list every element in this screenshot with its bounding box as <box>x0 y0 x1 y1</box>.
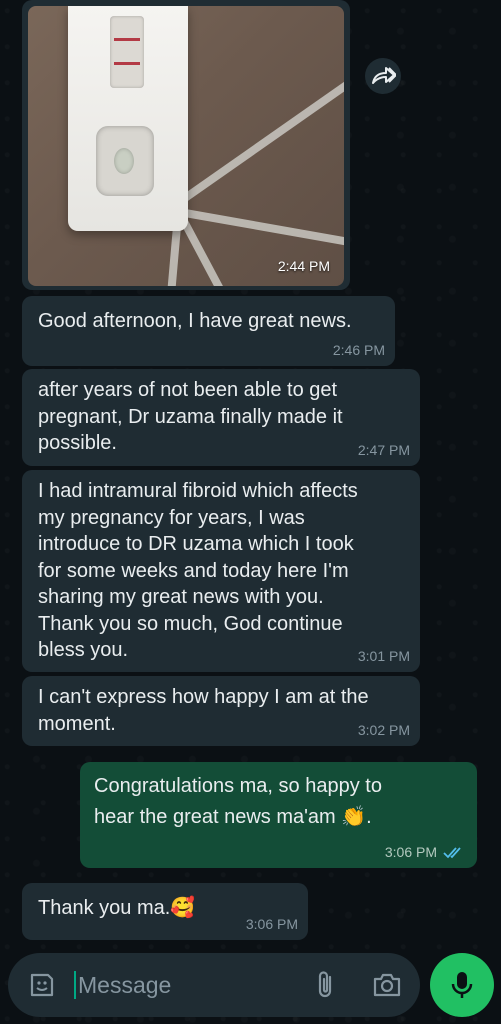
forward-icon[interactable] <box>365 58 401 94</box>
message-text: Congratulations ma, so happy to hear the… <box>94 775 382 828</box>
message-bubble[interactable]: I had intramural fibroid which affects m… <box>22 470 420 672</box>
message-bubble[interactable]: Good afternoon, I have great news. 2:46 … <box>22 296 395 366</box>
message-bubble[interactable]: after years of not been able to get preg… <box>22 369 420 466</box>
message-text: Good afternoon, I have great news. <box>38 310 352 332</box>
sticker-icon[interactable] <box>28 971 56 999</box>
message-time: 2:47 PM <box>357 442 410 458</box>
message-time: 3:06 PM <box>245 916 298 932</box>
double-check-icon <box>443 847 461 859</box>
message-text: I can't express how happy I am at the mo… <box>38 686 369 735</box>
message-bubble[interactable]: Thank you ma.🥰 3:06 PM <box>22 883 308 940</box>
message-text: I had intramural fibroid which affects m… <box>38 480 358 661</box>
message-time: 3:02 PM <box>357 722 410 738</box>
message-time: 2:44 PM <box>277 258 330 274</box>
message-input[interactable] <box>78 970 278 1000</box>
message-time: 3:01 PM <box>357 648 410 664</box>
paperclip-icon[interactable] <box>314 969 338 1001</box>
camera-icon[interactable] <box>372 971 402 999</box>
pregnancy-test-photo[interactable]: 2:44 PM <box>28 6 344 286</box>
message-bubble-outgoing[interactable]: Congratulations ma, so happy to hear the… <box>80 762 477 868</box>
message-bubble[interactable]: I can't express how happy I am at the mo… <box>22 676 420 746</box>
image-message[interactable]: 2:44 PM <box>22 0 350 290</box>
message-time: 3:06 PM <box>384 844 437 860</box>
message-text: after years of not been able to get preg… <box>38 379 343 454</box>
message-composer <box>8 953 420 1017</box>
mic-icon <box>451 972 473 998</box>
mic-button[interactable] <box>430 953 494 1017</box>
text-cursor <box>74 971 76 999</box>
message-time: 2:46 PM <box>332 342 385 358</box>
test-cassette <box>68 6 188 231</box>
